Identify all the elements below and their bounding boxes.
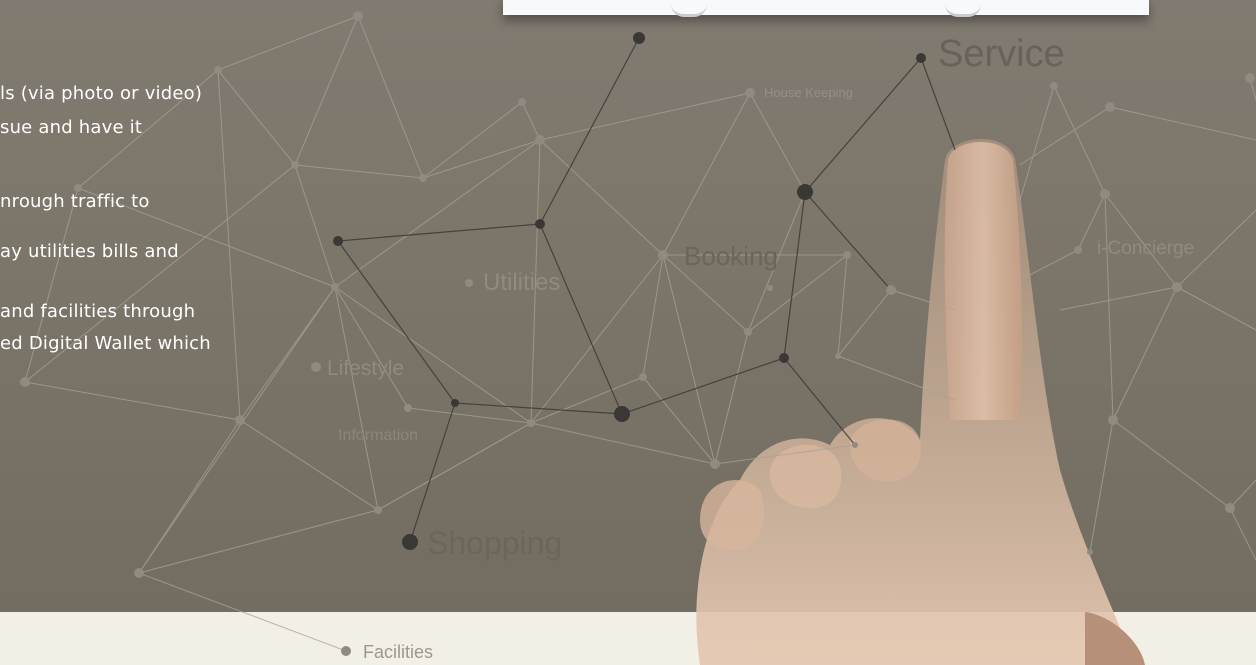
description-line: sue and have it xyxy=(0,117,143,138)
label-utilities: Utilities xyxy=(483,269,560,296)
label-booking: Booking xyxy=(684,241,778,271)
label-shopping: Shopping xyxy=(427,525,562,561)
description-line: ay utilities bills and xyxy=(0,241,179,262)
label-lifestyle: Lifestyle xyxy=(327,357,404,380)
description-line: ls (via photo or video) xyxy=(0,83,203,104)
label-house-keeping: House Keeping xyxy=(764,85,853,100)
top-image-frame xyxy=(503,0,1149,17)
label-facilities: Facilities xyxy=(363,642,433,662)
description-line: and facilities through xyxy=(0,301,196,322)
description-line: nrough traffic to xyxy=(0,191,150,212)
description-line: ed Digital Wallet which xyxy=(0,333,211,354)
label-i-concierge: i-Concierge xyxy=(1097,238,1194,259)
label-information: Information xyxy=(338,427,418,444)
label-service: Service xyxy=(938,33,1065,75)
